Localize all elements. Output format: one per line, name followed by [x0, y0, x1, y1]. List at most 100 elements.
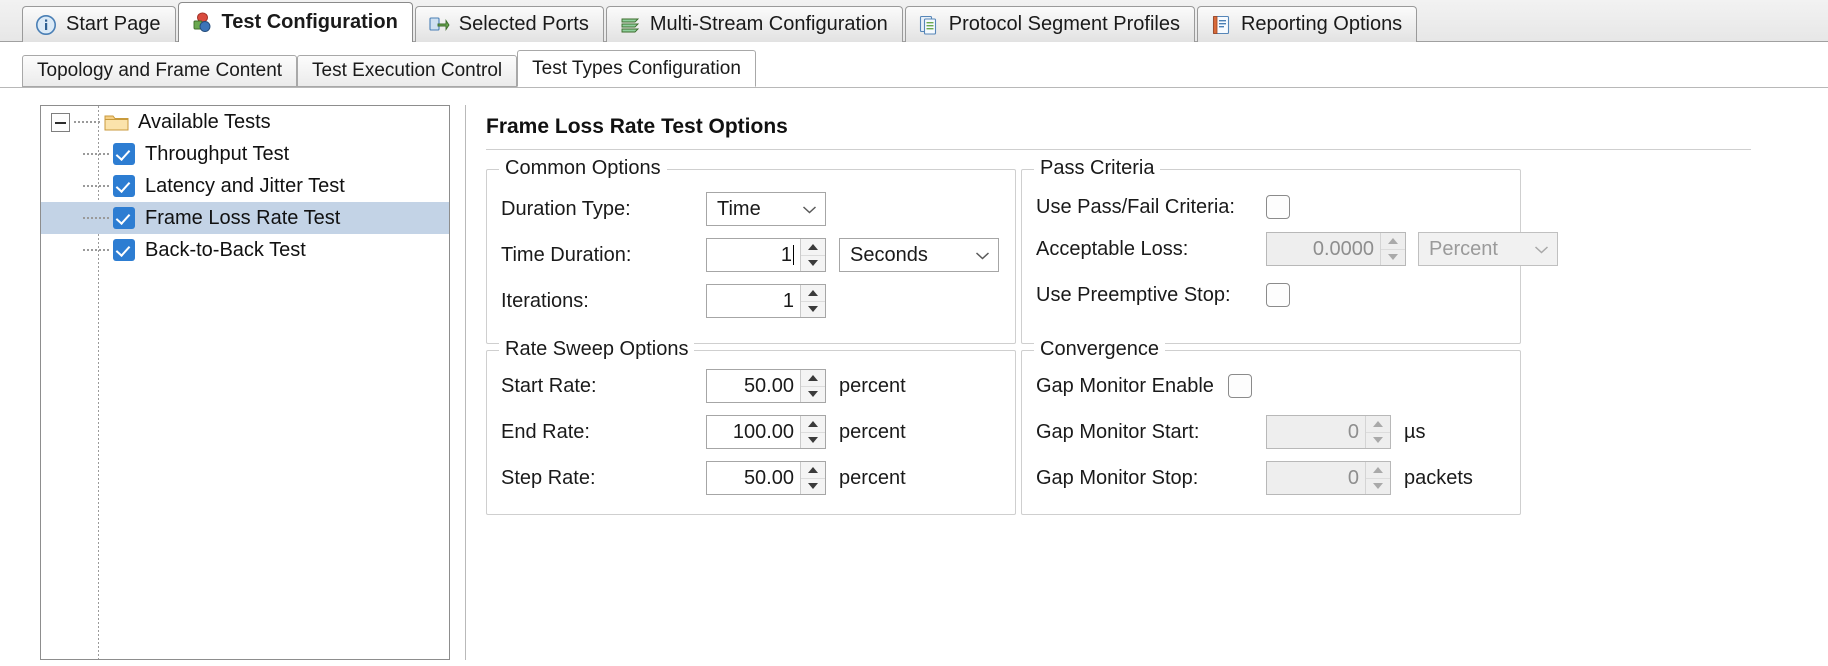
gap-monitor-start-spinner[interactable]: 0: [1266, 415, 1391, 449]
tree-item-checkbox[interactable]: [113, 175, 135, 197]
tree-item-label: Back-to-Back Test: [145, 238, 306, 261]
sub-tab-strip: Topology and Frame Content Test Executio…: [0, 42, 1828, 87]
spinner-up-button[interactable]: [801, 462, 825, 478]
group-common-options: Common Options Duration Type: Time Time …: [486, 157, 1016, 344]
spinner-up-button[interactable]: [801, 239, 825, 255]
use-pass-fail-criteria-checkbox[interactable]: [1266, 195, 1290, 219]
collapse-icon[interactable]: [51, 112, 70, 132]
subtab-test-execution-control[interactable]: Test Execution Control: [297, 55, 518, 87]
tree-connector: [83, 249, 109, 251]
tree-node-available-tests[interactable]: Available Tests: [41, 106, 449, 138]
multi-stream-icon: [621, 18, 639, 32]
gap-monitor-stop-input[interactable]: 0: [1267, 462, 1365, 494]
gap-monitor-start-unit: µs: [1404, 420, 1426, 443]
folder-icon: [104, 115, 129, 131]
spinner-up-button[interactable]: [801, 416, 825, 432]
spinner-up-button[interactable]: [801, 370, 825, 386]
subtab-topology-and-frame-content[interactable]: Topology and Frame Content: [22, 55, 298, 87]
tab-label: Start Page: [66, 13, 161, 35]
gap-monitor-start-label: Gap Monitor Start:: [1036, 420, 1200, 443]
end-rate-input[interactable]: 100.00: [707, 416, 800, 448]
spinner-down-button[interactable]: [1366, 431, 1390, 449]
tree-item-checkbox[interactable]: [113, 207, 135, 229]
tree-item-checkbox[interactable]: [113, 239, 135, 261]
tree-node-label: Available Tests: [138, 110, 271, 133]
bottom-edge: [0, 660, 1828, 666]
acceptable-loss-unit-combo[interactable]: Percent: [1418, 232, 1558, 266]
time-duration-input[interactable]: 1: [707, 239, 800, 271]
spinner-buttons[interactable]: [800, 416, 825, 448]
tab-multi-stream-configuration[interactable]: Multi-Stream Configuration: [605, 6, 903, 42]
group-legend: Common Options: [499, 157, 667, 180]
spinner-buttons[interactable]: [800, 285, 825, 317]
step-rate-label: Step Rate:: [501, 466, 596, 489]
use-preemptive-stop-label: Use Preemptive Stop:: [1036, 283, 1231, 306]
available-tests-tree[interactable]: Available Tests Throughput Test Latency …: [40, 105, 450, 660]
spinner-up-button[interactable]: [1366, 416, 1390, 432]
chevron-down-icon: [975, 251, 990, 260]
spinner-down-button[interactable]: [801, 254, 825, 272]
tree-item-checkbox[interactable]: [113, 143, 135, 165]
tab-protocol-segment-profiles[interactable]: Protocol Segment Profiles: [904, 6, 1195, 42]
page-title: Frame Loss Rate Test Options: [486, 115, 788, 138]
time-duration-unit-combo[interactable]: Seconds: [839, 238, 999, 272]
tab-label: Test Configuration: [221, 11, 398, 33]
tree-connector: [74, 121, 100, 123]
tab-label: Multi-Stream Configuration: [649, 13, 888, 35]
gap-monitor-enable-checkbox[interactable]: [1228, 374, 1252, 398]
spinner-down-button[interactable]: [801, 477, 825, 495]
spinner-buttons[interactable]: [800, 462, 825, 494]
start-rate-spinner[interactable]: 50.00: [706, 369, 826, 403]
subtab-label: Test Types Configuration: [532, 57, 741, 79]
use-preemptive-stop-checkbox[interactable]: [1266, 283, 1290, 307]
gap-monitor-stop-spinner[interactable]: 0: [1266, 461, 1391, 495]
tree-item-label: Latency and Jitter Test: [145, 174, 345, 197]
spinner-buttons[interactable]: [800, 370, 825, 402]
end-rate-label: End Rate:: [501, 420, 590, 443]
tab-start-page[interactable]: Start Page: [22, 6, 176, 42]
selected-ports-icon: [429, 16, 450, 31]
time-duration-spinner[interactable]: 1: [706, 238, 826, 272]
spinner-up-button[interactable]: [801, 285, 825, 301]
tree-connector: [83, 185, 109, 187]
spinner-down-button[interactable]: [801, 431, 825, 449]
acceptable-loss-input[interactable]: 0.0000: [1267, 233, 1380, 265]
spinner-up-button[interactable]: [1366, 462, 1390, 478]
subtab-test-types-configuration[interactable]: Test Types Configuration: [517, 50, 756, 87]
tree-item-back-to-back-test[interactable]: Back-to-Back Test: [41, 234, 449, 266]
spinner-down-button[interactable]: [1366, 477, 1390, 495]
acceptable-loss-unit-value: Percent: [1429, 237, 1498, 260]
tree-connector: [83, 153, 109, 155]
tab-test-configuration[interactable]: Test Configuration: [177, 2, 413, 42]
end-rate-spinner[interactable]: 100.00: [706, 415, 826, 449]
tree-connector: [83, 217, 109, 219]
iterations-input[interactable]: 1: [707, 285, 800, 317]
iterations-spinner[interactable]: 1: [706, 284, 826, 318]
tab-label: Selected Ports: [458, 13, 589, 35]
step-rate-spinner[interactable]: 50.00: [706, 461, 826, 495]
tab-reporting-options[interactable]: Reporting Options: [1196, 6, 1418, 42]
tree-item-frame-loss-rate-test[interactable]: Frame Loss Rate Test: [41, 202, 449, 234]
spinner-buttons[interactable]: [1365, 462, 1390, 494]
spinner-down-button[interactable]: [1381, 248, 1405, 266]
acceptable-loss-label: Acceptable Loss:: [1036, 237, 1189, 260]
tree-item-throughput-test[interactable]: Throughput Test: [41, 138, 449, 170]
start-rate-input[interactable]: 50.00: [707, 370, 800, 402]
duration-type-combo[interactable]: Time: [706, 192, 826, 226]
step-rate-input[interactable]: 50.00: [707, 462, 800, 494]
end-rate-unit: percent: [839, 420, 906, 443]
tree-item-latency-and-jitter-test[interactable]: Latency and Jitter Test: [41, 170, 449, 202]
spinner-buttons[interactable]: [1380, 233, 1405, 265]
spinner-buttons[interactable]: [800, 239, 825, 271]
step-rate-unit: percent: [839, 466, 906, 489]
spinner-buttons[interactable]: [1365, 416, 1390, 448]
end-rate-value: 100.00: [732, 420, 794, 443]
report-icon: [1212, 15, 1230, 34]
tab-selected-ports[interactable]: Selected Ports: [414, 6, 604, 42]
spinner-down-button[interactable]: [801, 300, 825, 318]
acceptable-loss-spinner[interactable]: 0.0000: [1266, 232, 1406, 266]
time-duration-value: 1: [780, 243, 792, 266]
spinner-down-button[interactable]: [801, 385, 825, 403]
gap-monitor-start-input[interactable]: 0: [1267, 416, 1365, 448]
spinner-up-button[interactable]: [1381, 233, 1405, 249]
